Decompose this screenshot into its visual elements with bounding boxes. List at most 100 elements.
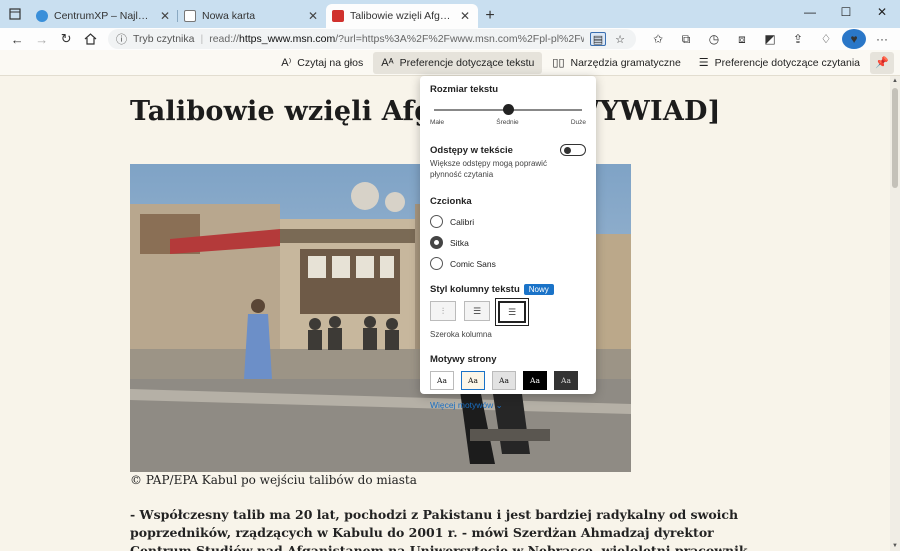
add-favorite-icon[interactable]: ☆ [612,32,628,46]
font-option-comic-sans[interactable]: Comic Sans [430,257,586,270]
toolbar-icons: ✩ ⧉ ◷ ⧈ ◩ ⇪ ♢ ♥ ··· [646,29,894,49]
reader-mode-icon[interactable]: ▤ [590,32,606,46]
tab-centrumxp[interactable]: CentrumXP – Najlepsze źródło z... ✕ [30,4,178,28]
tab-talibowie[interactable]: Talibowie wzięli Afganistan [WYWI... ✕ [326,4,478,28]
history-icon[interactable]: ◷ [702,29,726,49]
share-icon[interactable]: ⇪ [786,29,810,49]
more-themes-label: Więcej motywów [430,400,494,410]
text-preferences-panel: Rozmiar tekstu Małe Średnie Duże Odstępy… [420,76,596,410]
read-aloud-label: Czytaj na głos [297,56,364,69]
theme-options: Aa Aa Aa Aa Aa [430,371,586,390]
refresh-button[interactable]: ↻ [55,29,78,49]
column-selected-label: Szeroka kolumna [430,330,492,339]
url-host: https_www.msn.com [238,33,336,45]
theme-sepia[interactable]: Aa [461,371,485,390]
url-rest: /?url=https%3A%2F%2Fwww.msn.com%2Fpl-pl%… [335,33,584,45]
theme-dark[interactable]: Aa [554,371,578,390]
wide-column-button[interactable]: ☰ [498,301,526,323]
plus-icon: + [485,7,495,24]
font-option-label: Calibri [450,216,475,227]
favorites-icon[interactable]: ✩ [646,29,670,49]
theme-black[interactable]: Aa [523,371,547,390]
font-option-calibri[interactable]: Calibri [430,215,586,228]
text-size-slider[interactable] [430,101,586,119]
font-title: Czcionka [430,196,472,207]
spacing-row: Odstępy w tekście [430,144,586,156]
home-button[interactable] [80,29,103,49]
medium-column-icon: ☰ [472,305,482,316]
text-size-labels: Małe Średnie Duże [430,119,586,126]
vertical-scrollbar[interactable]: ▲ ▼ [890,76,900,551]
url-text[interactable]: read://https_www.msn.com/?url=https%3A%2… [209,33,584,45]
more-menu-icon[interactable]: ··· [870,29,894,49]
spacing-title: Odstępy w tekście [430,144,513,156]
browser-toolbar: ← → ↻ ⓘ Tryb czytnika | read://https_www… [0,28,900,50]
theme-gray[interactable]: Aa [492,371,516,390]
font-option-sitka[interactable]: Sitka [430,236,586,249]
font-option-label: Sitka [450,237,469,248]
theme-light[interactable]: Aa [430,371,454,390]
reading-preferences-button[interactable]: ☰ Preferencje dotyczące czytania [691,52,868,74]
spacing-hint: Większe odstępy mogą poprawić płynność c… [430,159,547,179]
extensions-icon[interactable]: ⧈ [730,29,754,49]
column-style-title: Styl kolumny tekstu [430,284,520,295]
profile-button[interactable]: ♥ [842,29,866,49]
arrow-left-icon: ← [10,31,24,47]
reading-preferences-icon: ☰ [698,57,709,69]
address-bar[interactable]: ⓘ Tryb czytnika | read://https_www.msn.c… [108,29,636,49]
more-themes-link[interactable]: Więcej motywów ⌄ [430,400,586,411]
new-badge: Nowy [523,284,554,295]
new-tab-button[interactable]: + [478,4,502,28]
back-button[interactable]: ← [6,29,29,49]
photo-caption: © PAP/EPA Kabul po wejściu talibów do mi… [130,473,417,487]
spacing-toggle[interactable] [560,144,586,156]
size-label-medium: Średnie [496,119,519,126]
grammar-tools-button[interactable]: ▯▯ Narzędzia gramatyczne [544,52,688,74]
slider-knob[interactable] [502,104,514,115]
radio-icon [430,257,443,270]
close-window-icon[interactable]: ✕ [864,0,900,24]
narrow-column-button[interactable]: ⫶ [430,301,456,321]
collections-icon[interactable]: ⧉ [674,29,698,49]
tab-actions-button[interactable] [0,0,30,28]
forward-button[interactable]: → [31,29,54,49]
url-prefix: read:// [209,33,239,45]
pin-toolbar-button[interactable]: 📌 [870,51,894,74]
grammar-tools-label: Narzędzia gramatyczne [570,56,681,69]
scroll-down-icon[interactable]: ▼ [892,543,898,549]
tab-new-tab[interactable]: Nowa karta ✕ [178,4,326,28]
web-capture-icon[interactable]: ◩ [758,29,782,49]
scroll-thumb[interactable] [892,88,898,188]
read-aloud-button[interactable]: A⁾ Czytaj na głos [273,52,371,74]
medium-column-button[interactable]: ☰ [464,301,490,321]
new-tab-favicon-icon [184,10,196,22]
window-controls: — ☐ ✕ [792,0,900,28]
centrumxp-favicon-icon [36,10,48,22]
font-option-label: Comic Sans [450,258,496,269]
scroll-up-icon[interactable]: ▲ [892,78,898,84]
maximize-icon[interactable]: ☐ [828,0,864,24]
msn-favicon-icon [332,10,344,22]
minimize-icon[interactable]: — [792,0,828,24]
chevron-down-icon: ⌄ [495,400,503,410]
refresh-icon: ↻ [60,31,72,46]
reader-toolbar: A⁾ Czytaj na głos Aᴬ Preferencje dotyczą… [0,50,900,76]
performance-icon[interactable]: ♢ [814,29,838,49]
tab-actions-icon [9,8,21,20]
tab-strip: CentrumXP – Najlepsze źródło z... ✕ Nowa… [0,0,900,28]
close-tab-icon[interactable]: ✕ [458,9,472,23]
close-tab-icon[interactable]: ✕ [158,9,172,23]
grammar-tools-icon: ▯▯ [552,57,565,69]
radio-checked-icon [430,236,443,249]
close-tab-icon[interactable]: ✕ [306,9,320,23]
text-size-title: Rozmiar tekstu [430,84,499,95]
info-icon[interactable]: ⓘ [116,31,127,47]
reader-mode-label: Tryb czytnika [133,33,195,45]
text-preferences-icon: Aᴬ [381,56,394,69]
tab-title: Nowa karta [202,10,256,22]
divider: | [200,33,204,45]
themes-title: Motywy strony [430,354,497,365]
profile-avatar-icon: ♥ [842,29,866,49]
text-preferences-button[interactable]: Aᴬ Preferencje dotyczące tekstu [373,51,543,74]
tab-title: Talibowie wzięli Afganistan [WYWI... [350,10,452,22]
